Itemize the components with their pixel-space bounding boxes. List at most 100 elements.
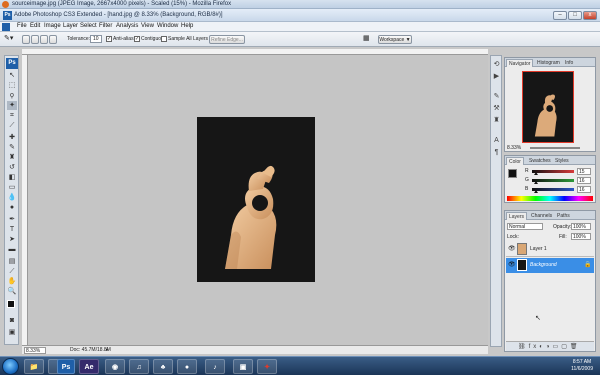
contiguous-checkbox[interactable]: ✓ (134, 36, 140, 42)
color-foreground-swatch[interactable] (508, 169, 517, 178)
color-spectrum-ramp[interactable] (507, 196, 593, 201)
hand-tool-icon[interactable]: ✋ (7, 277, 17, 286)
menu-filter[interactable]: Filter (99, 23, 112, 29)
taskbar-aftereffects-icon[interactable]: Ae (79, 359, 99, 374)
anti-alias-checkbox[interactable]: ✓ (106, 36, 112, 42)
tab-swatches[interactable]: Swatches (527, 157, 553, 165)
dodge-tool-icon[interactable]: ● (7, 203, 17, 212)
move-tool-icon[interactable]: ↖ (7, 71, 17, 80)
taskbar-app-icon[interactable]: ♣ (153, 359, 173, 374)
gradient-tool-icon[interactable]: ▭ (7, 183, 17, 192)
taskbar-firefox-icon[interactable]: ◉ (105, 359, 125, 374)
color-channel-value[interactable]: 15 (577, 168, 591, 175)
menu-layer[interactable]: Layer (63, 23, 78, 29)
blur-tool-icon[interactable]: 💧 (7, 193, 17, 202)
fill-input[interactable]: 100% (571, 233, 591, 240)
color-slider-knob[interactable] (534, 181, 538, 184)
menu-analysis[interactable]: Analysis (116, 23, 138, 29)
color-slider-row-g[interactable]: G 16 (525, 177, 593, 185)
eraser-tool-icon[interactable]: ◧ (7, 173, 17, 182)
status-menu-arrow-icon[interactable]: ▸ (106, 347, 109, 353)
tab-info[interactable]: Info (563, 59, 575, 67)
eye-visibility-icon[interactable]: 👁 (508, 261, 516, 268)
subtract-selection-icon[interactable] (40, 35, 48, 44)
clone-source-icon[interactable]: ♜ (492, 116, 501, 125)
quick-mask-icon[interactable]: ◙ (7, 316, 17, 325)
taskbar-photoshop-icon[interactable]: Ps (57, 359, 75, 374)
sample-all-layers-checkbox[interactable] (161, 36, 167, 42)
pen-tool-icon[interactable]: ✒ (7, 215, 17, 224)
foreground-color-swatch[interactable] (7, 300, 15, 308)
blend-mode-select[interactable]: Normal (507, 223, 543, 230)
magic-wand-tool-icon[interactable]: ✦ (7, 101, 17, 110)
path-selection-icon[interactable]: ➤ (7, 235, 17, 244)
zoom-tool-icon[interactable]: 🔍 (7, 287, 17, 296)
menu-help[interactable]: Help (181, 23, 193, 29)
close-button[interactable]: x (583, 11, 597, 20)
menu-select[interactable]: Select (80, 23, 97, 29)
eye-visibility-icon[interactable]: 👁 (508, 245, 516, 252)
tab-styles[interactable]: Styles (553, 157, 571, 165)
palette-well-icon[interactable]: ▦ (363, 34, 370, 42)
start-button[interactable] (2, 358, 19, 375)
notes-tool-icon[interactable]: ▤ (7, 257, 17, 266)
color-channel-slider[interactable] (532, 179, 574, 182)
color-channel-value[interactable]: 16 (577, 177, 591, 184)
minimize-button[interactable]: – (553, 11, 567, 20)
tool-presets-icon[interactable]: ⚒ (492, 104, 501, 113)
marquee-tool-icon[interactable]: ⬚ (7, 81, 17, 90)
clone-stamp-icon[interactable]: ♜ (7, 153, 17, 162)
tab-navigator[interactable]: Navigator (506, 59, 534, 67)
paragraph-panel-icon[interactable]: ¶ (492, 148, 501, 157)
layer-row-selected[interactable]: 👁 Background 🔒 (506, 258, 594, 273)
lasso-tool-icon[interactable]: ϙ (7, 91, 17, 100)
opacity-input[interactable]: 100% (571, 223, 591, 230)
navigator-zoom-slider[interactable] (530, 147, 580, 149)
history-brush-icon[interactable]: ↺ (7, 163, 17, 172)
menu-image[interactable]: Image (44, 23, 61, 29)
magic-wand-preset-icon[interactable]: ✎▾ (4, 34, 13, 42)
taskbar-maple-icon[interactable]: ✦ (257, 359, 277, 374)
taskbar-media-icon[interactable]: ● (177, 359, 197, 374)
color-channel-value[interactable]: 16 (577, 186, 591, 193)
navigator-preview[interactable] (522, 71, 574, 143)
workspace-button[interactable]: Workspace ▼ (378, 35, 412, 44)
history-panel-icon[interactable]: ⟲ (492, 60, 501, 69)
color-slider-knob[interactable] (534, 190, 538, 193)
actions-panel-icon[interactable]: ▶ (492, 72, 501, 81)
tab-channels[interactable]: Channels (529, 212, 554, 220)
refine-edge-button[interactable]: Refine Edge... (209, 35, 245, 44)
slice-tool-icon[interactable]: ⟋ (7, 121, 17, 130)
color-slider-row-b[interactable]: B 16 (525, 186, 593, 194)
add-selection-icon[interactable] (31, 35, 39, 44)
brushes-panel-icon[interactable]: ✎ (492, 92, 501, 101)
system-clock[interactable]: 8:57 AM 11/6/2009 (571, 359, 593, 373)
ps-menu-icon[interactable] (2, 23, 10, 31)
taskbar-music-icon[interactable]: ♪ (205, 359, 225, 374)
document-image[interactable] (197, 117, 315, 282)
tab-color[interactable]: Color (506, 157, 524, 165)
tab-layers[interactable]: Layers (506, 212, 528, 220)
color-slider-row-r[interactable]: R 15 (525, 168, 593, 176)
tab-paths[interactable]: Paths (555, 212, 572, 220)
tolerance-input[interactable]: 10 (90, 35, 102, 43)
brush-tool-icon[interactable]: ✎ (7, 143, 17, 152)
screen-mode-icon[interactable]: ▣ (7, 328, 17, 337)
shape-tool-icon[interactable]: ▬ (7, 245, 17, 254)
taskbar-itunes-icon[interactable]: ♫ (129, 359, 149, 374)
menu-view[interactable]: View (141, 23, 154, 29)
layers-bottom-toolbar[interactable]: ⛓fx◐◑▭▢🗑 (506, 341, 594, 351)
maximize-button[interactable]: □ (568, 11, 582, 20)
color-slider-knob[interactable] (534, 172, 538, 175)
type-tool-icon[interactable]: T (7, 225, 17, 234)
taskbar-window-icon[interactable]: ▣ (233, 359, 253, 374)
color-channel-slider[interactable] (532, 170, 574, 173)
zoom-level-field[interactable]: 8.33% (24, 347, 46, 354)
character-panel-icon[interactable]: A (492, 136, 501, 145)
layer-row[interactable]: 👁 Layer 1 (506, 242, 594, 257)
new-selection-icon[interactable] (22, 35, 30, 44)
tab-histogram[interactable]: Histogram (535, 59, 562, 67)
healing-brush-icon[interactable]: ✚ (7, 133, 17, 142)
color-channel-slider[interactable] (532, 188, 574, 191)
menu-window[interactable]: Window (157, 23, 178, 29)
